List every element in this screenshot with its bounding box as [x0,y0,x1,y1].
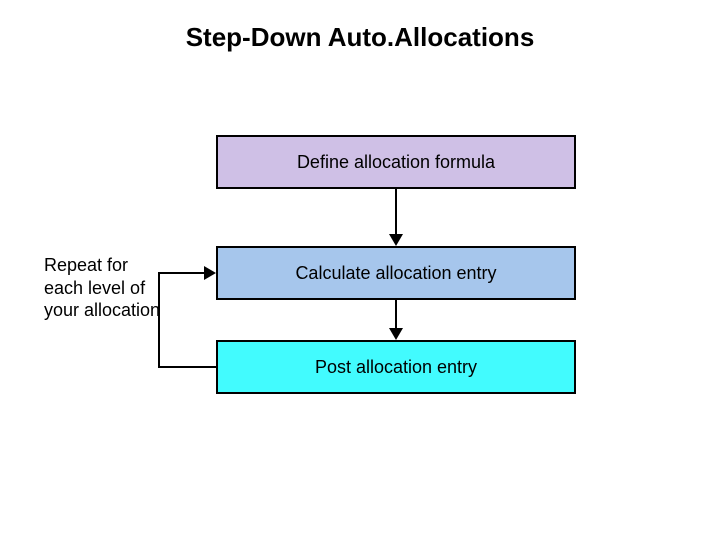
loop-line-left [158,272,160,368]
loop-label: Repeat for each level of your allocation [44,254,164,322]
loop-line-bottom [158,366,216,368]
arrow-calculate-to-post-head [389,328,403,340]
step-post-label: Post allocation entry [315,357,477,378]
slide: Step-Down Auto.Allocations Define alloca… [0,0,720,540]
loop-arrow-head [204,266,216,280]
arrow-calculate-to-post-line [395,300,397,328]
slide-title: Step-Down Auto.Allocations [0,22,720,53]
step-define-label: Define allocation formula [297,152,495,173]
step-define-box: Define allocation formula [216,135,576,189]
arrow-define-to-calculate-line [395,189,397,234]
arrow-define-to-calculate-head [389,234,403,246]
step-calculate-box: Calculate allocation entry [216,246,576,300]
loop-line-top [158,272,204,274]
step-calculate-label: Calculate allocation entry [295,263,496,284]
step-post-box: Post allocation entry [216,340,576,394]
